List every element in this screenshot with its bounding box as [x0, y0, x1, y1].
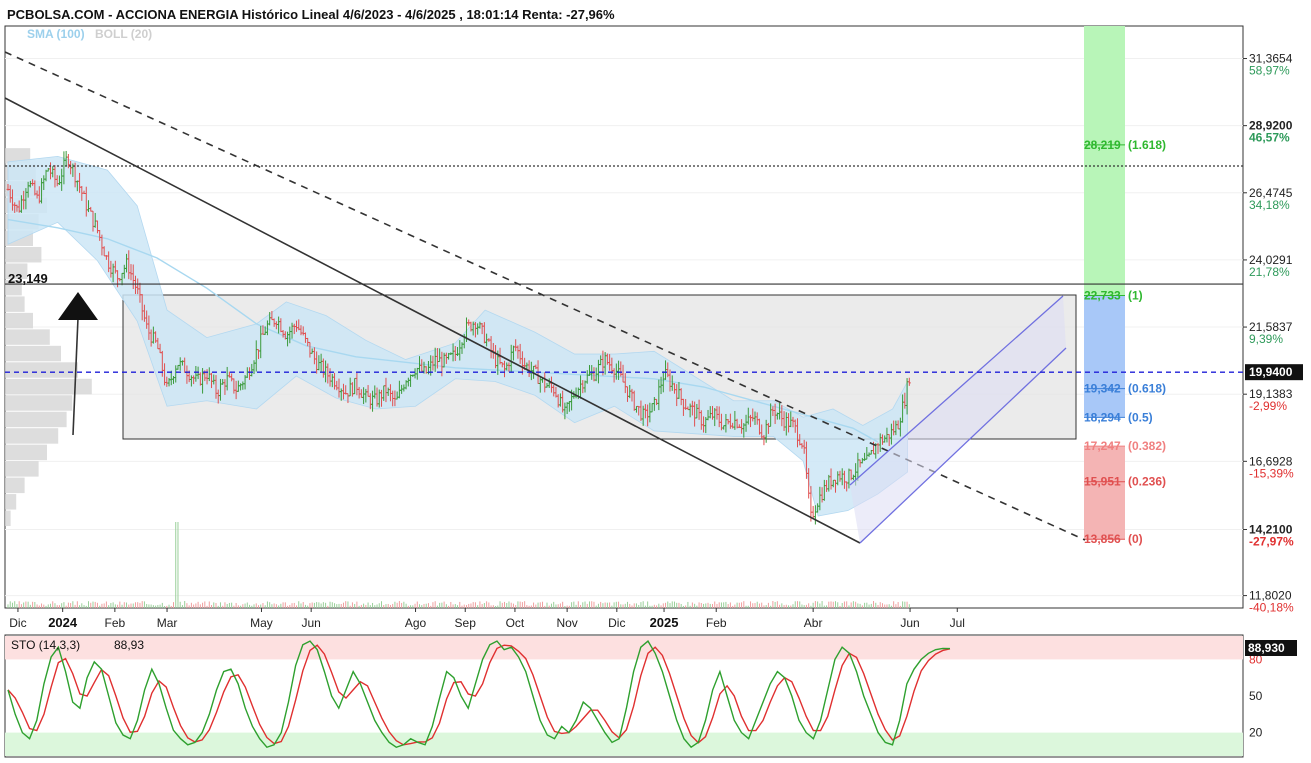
sto-title: STO (14,3,3)	[11, 638, 80, 652]
fib-level-value: 28,219	[1084, 138, 1121, 152]
price-y-tick-pct: 58,97%	[1249, 64, 1290, 78]
volume-profile-bar	[5, 329, 50, 345]
x-tick-label: Jul	[950, 616, 965, 630]
stock-chart: 23,149 31,365458,97%28,920046,57%26,4745…	[4, 4, 1303, 758]
x-tick-label: Ago	[405, 616, 427, 630]
volume-profile-bar	[5, 461, 39, 477]
legend-sma: SMA (100)	[27, 27, 85, 41]
fib-level-ratio: (0.618)	[1128, 382, 1166, 396]
fib-level-ratio: (0.382)	[1128, 439, 1166, 453]
sto-y-tick-label: 50	[1249, 689, 1263, 703]
price-y-tick-pct: 34,18%	[1249, 198, 1290, 212]
volume-profile-bar	[5, 428, 59, 444]
fib-level-ratio: (0)	[1128, 532, 1143, 546]
fib-level-ratio: (0.236)	[1128, 475, 1166, 489]
volume-profile-bar	[5, 477, 25, 494]
x-tick-label: Nov	[556, 616, 577, 630]
volume-profile-bar	[5, 362, 78, 378]
price-y-tick-pct: 9,39%	[1249, 332, 1283, 346]
volume-profile-bar	[5, 510, 11, 527]
x-tick-label: Feb	[105, 616, 126, 630]
x-tick-label: Feb	[706, 616, 727, 630]
x-tick-label: Dic	[608, 616, 625, 630]
x-tick-label: Sep	[455, 616, 477, 630]
x-tick-label: Oct	[506, 616, 525, 630]
volume-profile-bar	[5, 246, 42, 263]
volume-profile-bar	[5, 312, 33, 329]
fib-level-value: 15,951	[1084, 475, 1121, 489]
volume-profile-bar	[5, 444, 47, 461]
price-y-tick-pct: 46,57%	[1249, 131, 1290, 145]
price-y-axis: 31,365458,97%28,920046,57%26,474534,18%2…	[1243, 52, 1294, 615]
last-price-label: 19,9400	[1249, 365, 1293, 379]
x-tick-label: 2025	[650, 615, 679, 630]
sto-current-value: 88,93	[114, 638, 144, 652]
price-y-tick-pct: -2,99%	[1249, 399, 1287, 413]
price-y-tick-pct: -27,97%	[1249, 534, 1294, 548]
fibonacci-bands	[1084, 26, 1125, 540]
legend-boll: BOLL (20)	[95, 27, 152, 41]
fib-band-red	[1084, 446, 1125, 540]
fib-level-value: 13,856	[1084, 532, 1121, 546]
volume-profile-bar	[5, 494, 17, 510]
price-y-tick-pct: 21,78%	[1249, 265, 1290, 279]
chart-title: PCBOLSA.COM - ACCIONA ENERGIA Histórico …	[7, 7, 615, 22]
x-tick-label: Dic	[9, 616, 26, 630]
fib-level-value: 17,247	[1084, 439, 1121, 453]
fib-level-value: 19,342	[1084, 382, 1121, 396]
fib-level-ratio: (0.5)	[1128, 410, 1153, 424]
fib-level-value: 18,294	[1084, 410, 1121, 424]
volume-profile-bar	[5, 296, 25, 312]
sto-y-tick-label: 20	[1249, 726, 1263, 740]
x-tick-label: May	[250, 616, 273, 630]
sto-overbought-zone	[5, 636, 1243, 660]
fib-band-blue	[1084, 295, 1125, 418]
price-y-tick-pct: -40,18%	[1249, 601, 1294, 615]
fib-level-value: 22,733	[1084, 289, 1121, 303]
volume-profile-bar	[5, 395, 73, 411]
x-tick-label: Jun	[301, 616, 320, 630]
price-y-tick-pct: -15,39%	[1249, 466, 1294, 480]
fib-level-ratio: (1)	[1128, 289, 1143, 303]
volume-profile-bar	[5, 378, 92, 395]
fib-band-green	[1084, 26, 1125, 296]
volume-profile-bar	[5, 411, 67, 428]
fib-level-ratio: (1.618)	[1128, 138, 1166, 152]
x-tick-label: 2024	[48, 615, 78, 630]
x-axis: Dic 2024 Feb Mar May Jun Ago Sep Oct Nov Dic 2025 Fe…	[9, 608, 965, 630]
x-tick-label: Mar	[157, 616, 178, 630]
x-tick-label: Jun	[900, 616, 919, 630]
sto-y-axis: 805020	[1249, 652, 1263, 739]
level-23-label: 23,149	[8, 271, 48, 286]
volume-profile-bar	[5, 345, 61, 362]
x-tick-label: Abr	[804, 616, 823, 630]
sto-value-box-label: 88,930	[1248, 641, 1285, 655]
